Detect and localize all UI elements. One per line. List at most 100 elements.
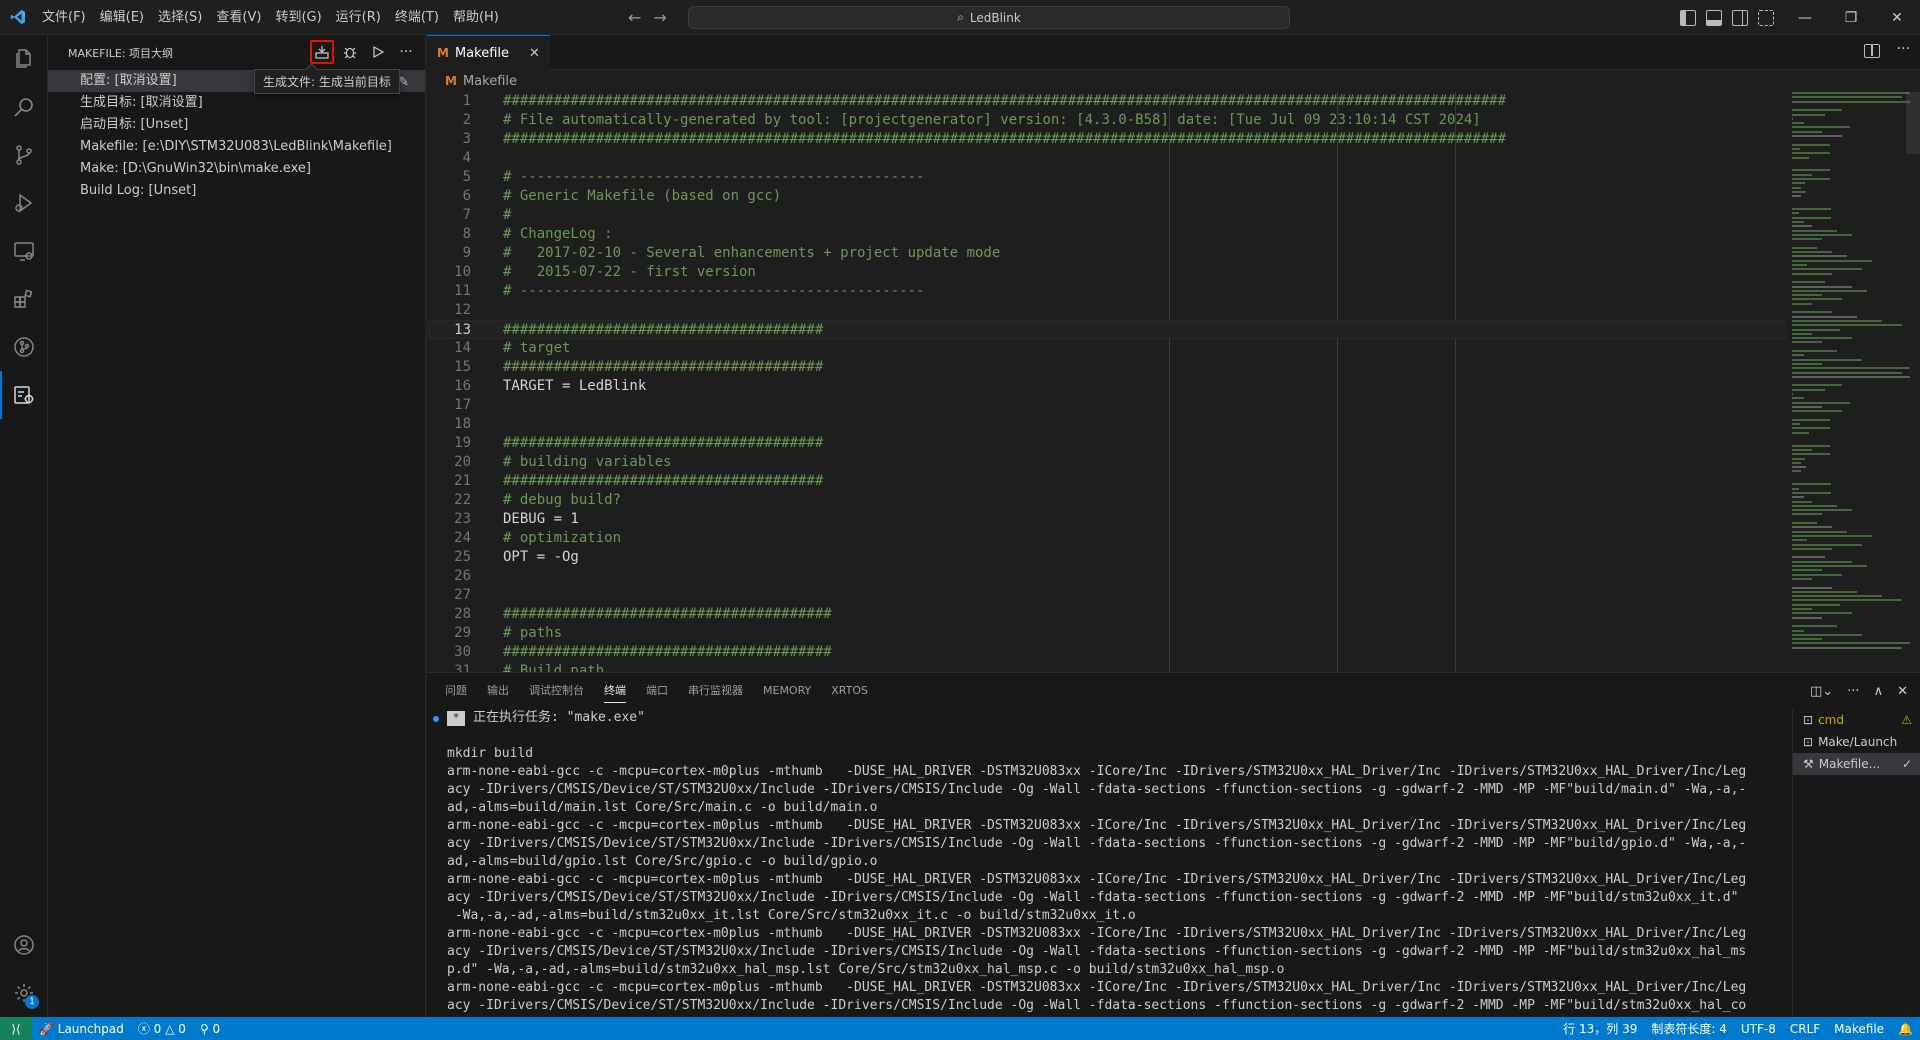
customize-layout-icon[interactable] (1758, 9, 1774, 26)
menu-item[interactable]: 帮助(H) (446, 0, 506, 35)
terminal-item-makefile[interactable]: ⚒ Makefile... ✓ (1793, 753, 1920, 775)
toggle-primary-sidebar-icon[interactable] (1680, 9, 1696, 26)
cursor-position[interactable]: 行 13，列 39 (1556, 1020, 1644, 1037)
language-mode[interactable]: Makefile (1827, 1022, 1891, 1036)
build-target-button[interactable] (310, 40, 334, 64)
minimap-line (1792, 509, 1852, 512)
minimize-icon[interactable]: — (1782, 0, 1828, 35)
maximize-panel-icon[interactable]: ∧ (1874, 684, 1884, 699)
encoding[interactable]: UTF-8 (1734, 1022, 1783, 1036)
minimap-line (1792, 565, 1867, 567)
line-number: 4 (462, 150, 471, 166)
minimap-line (1792, 526, 1832, 529)
explorer-icon[interactable] (0, 35, 48, 83)
minimap-line (1792, 122, 1804, 125)
menu-item[interactable]: 文件(F) (35, 0, 93, 35)
split-terminal-icon[interactable]: ◫⌄ (1810, 684, 1833, 699)
extensions-icon[interactable] (0, 275, 48, 323)
makefile-icon: M (445, 74, 457, 88)
tree-item-makefile[interactable]: Makefile: [e:\DIY\STM32U083\LedBlink\Mak… (48, 136, 425, 158)
more-actions-icon[interactable]: ··· (1847, 684, 1859, 699)
close-icon[interactable]: ✕ (529, 46, 540, 61)
line-number: 7 (462, 207, 471, 223)
code-line: 23 DEBUG = 1 (427, 510, 1787, 529)
code-line: 24 # optimization (427, 529, 1787, 548)
minimap-line (1792, 427, 1830, 430)
more-actions-icon[interactable]: ··· (1897, 41, 1910, 57)
terminal-item-make-launch[interactable]: ⊡ Make/Launch (1793, 731, 1920, 753)
minimap-line (1792, 547, 1832, 550)
minimap-line (1792, 431, 1809, 434)
menu-item[interactable]: 转到(G) (268, 0, 328, 35)
debug-target-button[interactable] (338, 40, 362, 64)
tab-size[interactable]: 制表符长度: 4 (1644, 1020, 1734, 1037)
restore-icon[interactable]: ❐ (1828, 0, 1874, 35)
line-number: 5 (462, 169, 471, 185)
minimap-line (1792, 539, 1807, 542)
panel-tab[interactable]: 调试控制台 (519, 673, 594, 709)
panel-tab[interactable]: 输出 (477, 673, 519, 709)
git-graph-icon[interactable] (0, 323, 48, 371)
line-number: 1 (462, 93, 471, 109)
line-number: 13 (454, 322, 471, 338)
line-text: # 2015-07-22 - first version (503, 264, 756, 280)
editor-scrollbar[interactable] (1906, 92, 1920, 154)
panel-tab[interactable]: 串行监视器 (678, 673, 753, 709)
line-text: ###################################### (503, 322, 824, 338)
remote-explorer-icon[interactable] (0, 227, 48, 275)
menu-item[interactable]: 选择(S) (151, 0, 209, 35)
toggle-secondary-sidebar-icon[interactable] (1732, 9, 1748, 26)
makefile-tools-icon[interactable] (0, 371, 48, 419)
command-center[interactable]: ⌕ LedBlink (688, 6, 1290, 29)
search-icon[interactable] (0, 83, 48, 131)
minimap-line (1792, 126, 1850, 129)
tree-item-launch-target[interactable]: 启动目标: [Unset] (48, 114, 425, 136)
minimap-line (1792, 289, 1867, 292)
tree-item-build-target[interactable]: 生成目标: [取消设置] (48, 92, 425, 114)
line-number: 23 (454, 511, 471, 527)
line-number: 6 (462, 188, 471, 204)
menu-item[interactable]: 编辑(E) (93, 0, 151, 35)
close-panel-icon[interactable]: ✕ (1897, 684, 1908, 699)
menu-item[interactable]: 终端(T) (388, 0, 446, 35)
menu-item[interactable]: 查看(V) (209, 0, 268, 35)
forward-arrow-icon[interactable]: → (653, 8, 666, 27)
code-editor[interactable]: 1 ###################################### #… (427, 92, 1787, 672)
terminal-item-cmd[interactable]: ⊡ cmd ⚠ (1793, 709, 1920, 731)
run-target-button[interactable] (366, 40, 390, 64)
tree-item-build-log[interactable]: Build Log: [Unset] (48, 180, 425, 202)
tab-makefile[interactable]: M Makefile ✕ (427, 35, 550, 70)
run-debug-icon[interactable] (0, 179, 48, 227)
remote-indicator-icon[interactable]: ⟩⟨ (0, 1017, 32, 1040)
problems-item[interactable]: ⓧ 0 △ 0 (131, 1020, 193, 1037)
launchpad-item[interactable]: 🚀 Launchpad (32, 1022, 131, 1036)
breadcrumb-item[interactable]: Makefile (463, 74, 517, 89)
toggle-panel-icon[interactable] (1706, 9, 1722, 26)
accounts-icon[interactable] (0, 921, 48, 969)
split-editor-icon[interactable] (1864, 44, 1880, 58)
panel-tab[interactable]: 问题 (435, 673, 477, 709)
line-number: 14 (454, 340, 471, 356)
source-control-icon[interactable] (0, 131, 48, 179)
close-window-icon[interactable]: ✕ (1874, 0, 1920, 35)
settings-gear-icon[interactable]: 1 (0, 969, 48, 1017)
ports-item[interactable]: ⚲ 0 (193, 1022, 227, 1036)
line-text: # debug build? (503, 492, 622, 508)
minimap-line (1792, 616, 1822, 619)
minimap[interactable] (1792, 92, 1912, 672)
notifications-icon[interactable]: 🔔 (1891, 1022, 1920, 1036)
more-actions-icon[interactable]: ··· (394, 40, 418, 64)
back-arrow-icon[interactable]: ← (628, 8, 641, 27)
error-icon: ⓧ (137, 1022, 150, 1036)
panel-tab[interactable]: MEMORY (753, 673, 821, 709)
terminal[interactable]: * 正在执行任务: "make.exe" mkdir build arm-none… (427, 709, 1782, 1018)
panel-tab[interactable]: XRTOS (821, 673, 878, 709)
code-line: 16 TARGET = LedBlink (427, 377, 1787, 396)
panel-tab[interactable]: 端口 (636, 673, 678, 709)
panel-tab[interactable]: 终端 (594, 673, 636, 709)
menu-item[interactable]: 运行(R) (329, 0, 388, 35)
tree-item-make[interactable]: Make: [D:\GnuWin32\bin\make.exe] (48, 158, 425, 180)
end-of-line[interactable]: CRLF (1783, 1022, 1827, 1036)
minimap-line (1792, 315, 1857, 318)
minimap-line (1792, 453, 1830, 456)
